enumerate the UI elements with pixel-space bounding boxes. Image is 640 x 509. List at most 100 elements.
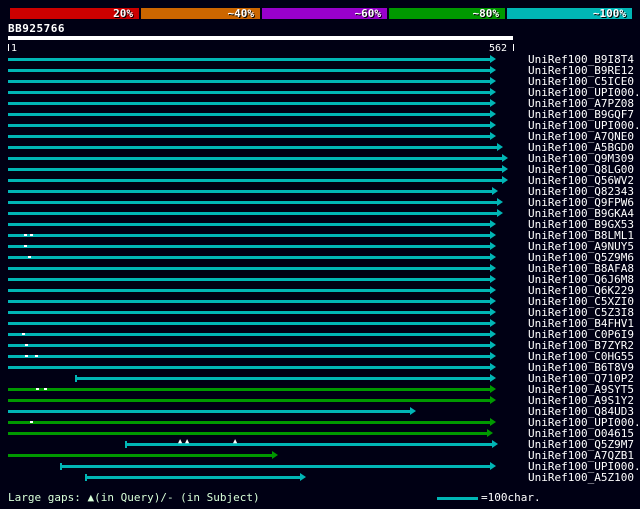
similarity-hit-map: 20% ~40% ~60% ~80% ~100% BB925766 1 562 UniR… bbox=[0, 0, 640, 509]
alignment-arrowhead-icon bbox=[490, 418, 496, 426]
alignment-arrowhead-icon bbox=[490, 55, 496, 63]
alignment-bar[interactable] bbox=[8, 355, 490, 358]
alignment-arrowhead-icon bbox=[502, 154, 508, 162]
alignment-arrowhead-icon bbox=[497, 143, 503, 151]
alignment-arrowhead-icon bbox=[490, 396, 496, 404]
alignment-start-tick bbox=[60, 463, 62, 470]
alignment-arrowhead-icon bbox=[272, 451, 278, 459]
alignment-bar[interactable] bbox=[8, 157, 502, 160]
gap-in-query-marker-icon: ▲ bbox=[178, 437, 183, 445]
alignment-bar[interactable] bbox=[8, 322, 490, 325]
alignment-arrowhead-icon bbox=[490, 374, 496, 382]
gap-in-subject-marker-icon bbox=[30, 421, 33, 423]
alignment-arrowhead-icon bbox=[490, 99, 496, 107]
alignment-arrowhead-icon bbox=[490, 330, 496, 338]
gap-in-subject-marker-icon bbox=[30, 234, 33, 236]
alignment-bar[interactable] bbox=[75, 377, 490, 380]
alignment-arrowhead-icon bbox=[490, 77, 496, 85]
alignment-arrowhead-icon bbox=[492, 187, 498, 195]
gap-in-subject-marker-icon bbox=[35, 355, 38, 357]
alignment-arrowhead-icon bbox=[490, 275, 496, 283]
alignment-bar[interactable] bbox=[60, 465, 490, 468]
alignment-arrowhead-icon bbox=[502, 176, 508, 184]
alignment-bar[interactable] bbox=[8, 102, 490, 105]
alignment-bar[interactable] bbox=[8, 267, 490, 270]
alignment-bar[interactable] bbox=[8, 212, 497, 215]
alignment-arrowhead-icon bbox=[490, 352, 496, 360]
gap-in-subject-marker-icon bbox=[24, 245, 27, 247]
gap-in-query-marker-icon: ▲ bbox=[185, 437, 190, 445]
alignment-start-tick bbox=[75, 375, 77, 382]
alignment-bar[interactable] bbox=[8, 454, 272, 457]
alignment-bar[interactable] bbox=[8, 58, 490, 61]
gap-in-subject-marker-icon bbox=[25, 355, 28, 357]
alignment-bar[interactable] bbox=[8, 333, 490, 336]
alignment-bar[interactable] bbox=[8, 300, 490, 303]
alignment-bar[interactable] bbox=[8, 135, 490, 138]
scale-legend-label: =100char. bbox=[481, 491, 541, 504]
alignment-arrowhead-icon bbox=[497, 198, 503, 206]
alignment-bar[interactable] bbox=[8, 201, 497, 204]
alignment-bar[interactable] bbox=[8, 223, 490, 226]
alignment-arrowhead-icon bbox=[490, 385, 496, 393]
alignment-arrowhead-icon bbox=[490, 66, 496, 74]
gap-in-subject-marker-icon bbox=[25, 344, 28, 346]
alignment-arrowhead-icon bbox=[487, 429, 493, 437]
alignment-arrowhead-icon bbox=[490, 253, 496, 261]
alignment-bar[interactable] bbox=[8, 124, 490, 127]
alignment-start-tick bbox=[85, 474, 87, 481]
alignment-bar[interactable] bbox=[85, 476, 300, 479]
gap-in-query-marker-icon: ▲ bbox=[233, 437, 238, 445]
alignment-arrowhead-icon bbox=[490, 121, 496, 129]
alignment-arrowhead-icon bbox=[492, 440, 498, 448]
alignment-arrowhead-icon bbox=[502, 165, 508, 173]
alignment-bar[interactable] bbox=[8, 190, 492, 193]
alignment-bar[interactable] bbox=[8, 278, 490, 281]
alignment-arrowhead-icon bbox=[300, 473, 306, 481]
alignment-arrowhead-icon bbox=[490, 297, 496, 305]
alignment-bar[interactable] bbox=[8, 388, 490, 391]
alignment-bar[interactable] bbox=[8, 234, 490, 237]
hit-label[interactable]: UniRef100_A5Z100 bbox=[528, 472, 634, 483]
alignment-bar[interactable] bbox=[8, 366, 490, 369]
alignment-bar[interactable] bbox=[8, 91, 490, 94]
scale-legend-bar-icon bbox=[437, 497, 478, 500]
alignment-bar[interactable] bbox=[8, 245, 490, 248]
alignment-bar[interactable] bbox=[8, 344, 490, 347]
alignment-arrowhead-icon bbox=[490, 231, 496, 239]
gap-in-subject-marker-icon bbox=[24, 234, 27, 236]
alignment-bar[interactable] bbox=[8, 80, 490, 83]
alignment-bar[interactable] bbox=[8, 146, 497, 149]
hit-rows: UniRef100_B9I8T4 UniRef100_B9RE12 UniRef10… bbox=[0, 0, 640, 509]
alignment-arrowhead-icon bbox=[410, 407, 416, 415]
alignment-bar[interactable] bbox=[8, 432, 487, 435]
alignment-arrowhead-icon bbox=[490, 88, 496, 96]
alignment-arrowhead-icon bbox=[490, 462, 496, 470]
alignment-bar[interactable] bbox=[8, 168, 502, 171]
alignment-bar[interactable] bbox=[8, 399, 490, 402]
alignment-arrowhead-icon bbox=[490, 341, 496, 349]
alignment-arrowhead-icon bbox=[490, 363, 496, 371]
alignment-start-tick bbox=[125, 441, 127, 448]
alignment-arrowhead-icon bbox=[490, 242, 496, 250]
alignment-bar[interactable] bbox=[8, 410, 410, 413]
gap-in-subject-marker-icon bbox=[22, 333, 25, 335]
alignment-bar[interactable] bbox=[8, 179, 502, 182]
alignment-arrowhead-icon bbox=[497, 209, 503, 217]
alignment-arrowhead-icon bbox=[490, 264, 496, 272]
alignment-bar[interactable] bbox=[8, 289, 490, 292]
alignment-arrowhead-icon bbox=[490, 286, 496, 294]
alignment-arrowhead-icon bbox=[490, 319, 496, 327]
gaps-note: Large gaps: ▲(in Query)/- (in Subject) bbox=[8, 491, 260, 504]
alignment-bar[interactable] bbox=[8, 311, 490, 314]
gap-in-subject-marker-icon bbox=[28, 256, 31, 258]
alignment-bar[interactable] bbox=[8, 113, 490, 116]
alignment-bar[interactable] bbox=[8, 69, 490, 72]
gap-in-subject-marker-icon bbox=[44, 388, 47, 390]
alignment-bar[interactable] bbox=[8, 256, 490, 259]
alignment-arrowhead-icon bbox=[490, 132, 496, 140]
gap-in-subject-marker-icon bbox=[36, 388, 39, 390]
alignment-bar[interactable] bbox=[8, 421, 490, 424]
alignment-arrowhead-icon bbox=[490, 220, 496, 228]
alignment-arrowhead-icon bbox=[490, 110, 496, 118]
